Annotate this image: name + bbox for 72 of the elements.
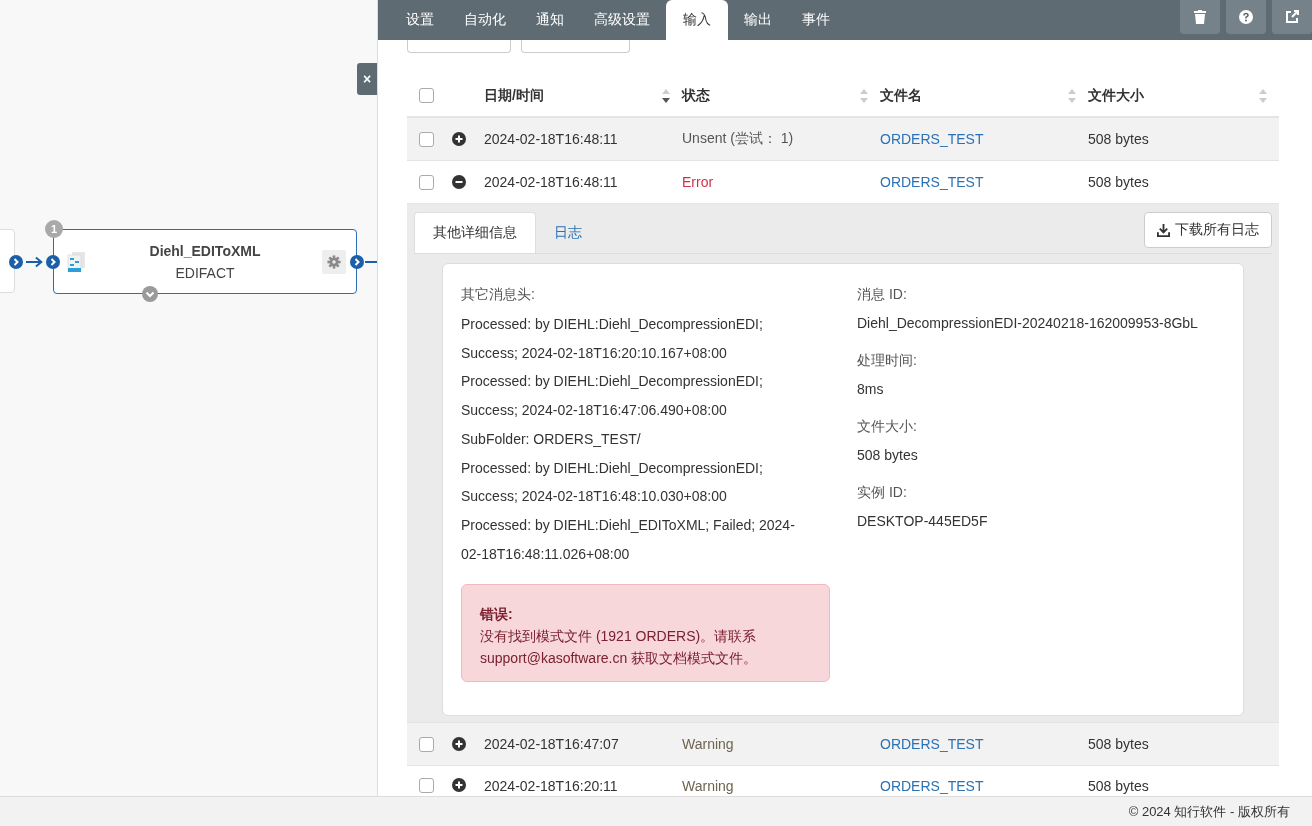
table-cell: 2024-02-18T16:48:11	[484, 131, 618, 147]
status-text: Unsent (尝试： 1)	[682, 130, 794, 148]
error-message: 没有找到模式文件 (1921 ORDERS)。请联系 support@kasoftware.cn 获取文档模式文件。	[480, 627, 759, 669]
message-headers: Processed: by DIEHL:Diehl_DecompressionEDI; Success; 2024-02-18T16:20:10.167+08:00 Processed: by DIEHL:Diehl_DecompressionEDI; Success; 2024-02-18T16:47:06.490+08:00 SubFolder: ORDERS_TEST/ Processed: by DIEHL:Diehl_DecompressionEDI; Success; 2024-02-18T16:48:10.030+08:00 Processed: by DIEHL:Diehl_EDIToXML; Failed; 2024- 02-18T16:48:11.026+08:00	[461, 315, 796, 564]
status-text: Warning	[682, 736, 734, 752]
field-value: 508 bytes	[857, 446, 919, 465]
checkbox[interactable]	[418, 736, 434, 752]
field-value: DESKTOP-445ED5F	[857, 512, 989, 531]
delete-button[interactable]	[1180, 0, 1220, 34]
expand-icon[interactable]	[452, 737, 466, 751]
field-label: 消息 ID:	[857, 285, 908, 304]
tab[interactable]: 自动化	[450, 0, 520, 40]
table-cell: 2024-02-18T16:48:11	[484, 174, 618, 190]
port-icon[interactable]	[350, 255, 364, 269]
column-header[interactable]: 文件名	[880, 86, 922, 105]
tab[interactable]: 输入	[666, 0, 728, 40]
error-title: 错误:	[480, 605, 514, 625]
checkbox[interactable]	[418, 131, 434, 147]
table-cell: 508 bytes	[1088, 131, 1149, 147]
field-value: 8ms	[857, 380, 885, 399]
node-title: Diehl_EDIToXML	[149, 242, 261, 259]
document-icon	[67, 252, 85, 272]
checkbox[interactable]	[418, 778, 434, 793]
field-value: Diehl_DecompressionEDI-20240218-162009953-8GbL	[857, 314, 1199, 333]
gear-icon	[327, 255, 341, 269]
column-header[interactable]: 状态	[682, 86, 710, 105]
tab[interactable]: 事件	[788, 0, 844, 40]
port-icon[interactable]	[9, 255, 23, 269]
checkbox[interactable]	[418, 88, 434, 103]
tab[interactable]: 高级设置	[580, 0, 664, 40]
expand-icon[interactable]	[452, 778, 466, 792]
checkbox[interactable]	[418, 174, 434, 190]
field-label: 文件大小:	[857, 417, 918, 436]
tab[interactable]: 设置	[392, 0, 448, 40]
field-label: 实例 ID:	[857, 483, 908, 502]
node-subtitle: EDIFACT	[175, 264, 235, 281]
arrow-icon	[26, 256, 44, 268]
file-link[interactable]: ORDERS_TEST	[880, 131, 984, 147]
trash-icon	[1194, 10, 1206, 24]
tab[interactable]: 日志	[536, 212, 600, 253]
column-header[interactable]: 日期/时间	[484, 86, 544, 105]
count-badge: 1	[45, 220, 63, 238]
field-label: 处理时间:	[857, 351, 918, 370]
file-link[interactable]: ORDERS_TEST	[880, 736, 984, 752]
download-icon	[1157, 223, 1170, 237]
table-cell: 2024-02-18T16:47:07	[484, 736, 619, 752]
status-text: Warning	[682, 778, 734, 794]
table-cell: 508 bytes	[1088, 778, 1149, 794]
field-label: 其它消息头:	[461, 285, 536, 304]
external-link-button[interactable]	[1272, 0, 1312, 34]
expand-icon[interactable]	[452, 132, 466, 146]
table-cell: 508 bytes	[1088, 736, 1149, 752]
help-icon	[1239, 10, 1253, 24]
copyright-text: © 2024 知行软件 - 版权所有	[1128, 802, 1290, 821]
download-button[interactable]: 下载所有日志	[1144, 212, 1272, 248]
column-header[interactable]: 文件大小	[1088, 86, 1144, 105]
close-button[interactable]: ×	[357, 63, 377, 95]
status-text: Error	[682, 174, 714, 190]
external-link-icon	[1285, 10, 1299, 24]
tab[interactable]: 其他详细信息	[414, 212, 536, 253]
port-icon[interactable]	[46, 255, 60, 269]
tab[interactable]: 通知	[522, 0, 578, 40]
settings-button[interactable]	[322, 250, 346, 274]
file-link[interactable]: ORDERS_TEST	[880, 174, 984, 190]
collapse-icon[interactable]	[452, 175, 466, 189]
file-link[interactable]: ORDERS_TEST	[880, 778, 984, 794]
connector-line	[365, 261, 377, 263]
table-cell: 2024-02-18T16:20:11	[484, 778, 618, 794]
help-button[interactable]	[1226, 0, 1266, 34]
table-cell: 508 bytes	[1088, 174, 1149, 190]
sort-icon[interactable]	[662, 87, 670, 104]
tab[interactable]: 输出	[730, 0, 786, 40]
